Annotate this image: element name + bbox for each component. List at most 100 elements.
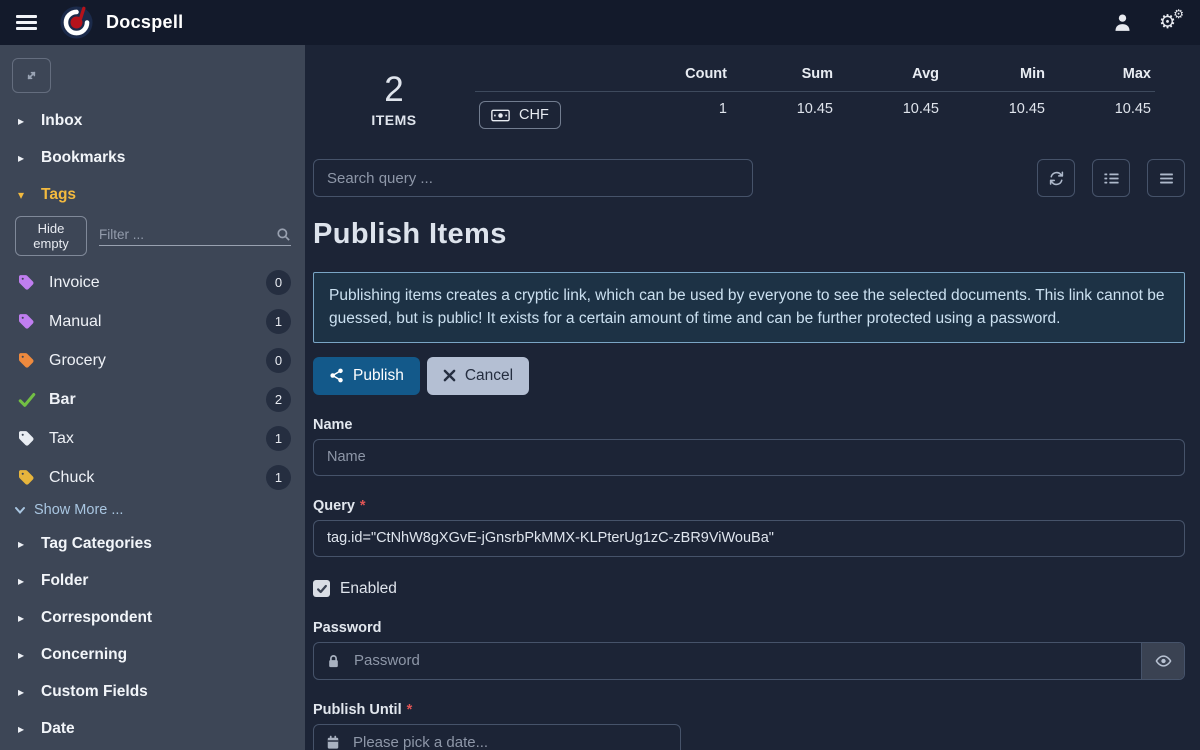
detail-list-icon bbox=[1103, 170, 1120, 187]
top-navbar: Docspell ⚙⚙ bbox=[0, 0, 1200, 45]
sidebar-item-tag-categories[interactable]: ▸Tag Categories bbox=[0, 526, 305, 562]
stats-value: 10.45 bbox=[731, 92, 837, 138]
stats-value: 10.45 bbox=[943, 92, 1049, 138]
required-asterisk: * bbox=[407, 702, 413, 718]
tag-label: Grocery bbox=[49, 352, 106, 370]
sidebar-tag-bar[interactable]: Bar 2 bbox=[0, 381, 305, 418]
docspell-logo bbox=[60, 6, 93, 39]
tag-list: Invoice0 Manual 1 Grocery0 Bar 2 Tax 1 Chuck 1 bbox=[0, 264, 305, 496]
enabled-checkbox[interactable] bbox=[313, 580, 330, 597]
name-field-label: Name bbox=[313, 417, 1185, 433]
refresh-icon bbox=[1048, 170, 1065, 187]
list-view-button[interactable] bbox=[1092, 159, 1130, 197]
publish-info-message: Publishing items creates a cryptic link,… bbox=[313, 272, 1185, 343]
items-stat: 2 ITEMS bbox=[313, 57, 475, 138]
tag-icon bbox=[18, 313, 36, 330]
publish-until-input[interactable] bbox=[341, 734, 680, 750]
caret-down-icon: ▾ bbox=[18, 188, 28, 202]
stats-table: CountSumAvgMinMaxCHF110.4510.4510.4510.4… bbox=[475, 57, 1185, 138]
settings-gears-icon[interactable]: ⚙⚙ bbox=[1159, 13, 1176, 32]
publish-until-field-label: Publish Until* bbox=[313, 702, 1185, 718]
sidebar-tag-grocery[interactable]: Grocery0 bbox=[0, 342, 305, 379]
tag-label: Invoice bbox=[49, 274, 100, 292]
page-title: Publish Items bbox=[313, 218, 1185, 251]
caret-right-icon: ▸ bbox=[18, 537, 28, 551]
menu-bars-button[interactable] bbox=[1147, 159, 1185, 197]
password-input[interactable] bbox=[342, 652, 1141, 669]
tag-label: Manual bbox=[49, 313, 101, 331]
name-input[interactable] bbox=[313, 439, 1185, 476]
tag-label: Tax bbox=[49, 430, 74, 448]
tags-section-label: Tags bbox=[41, 186, 76, 204]
stats-column-header: Min bbox=[943, 57, 1049, 91]
sidebar: ▸Inbox▸Bookmarks ▾ Tags Hide empty Invoi… bbox=[0, 45, 305, 750]
lock-icon bbox=[314, 653, 342, 669]
caret-right-icon: ▸ bbox=[18, 114, 28, 128]
publish-button[interactable]: Publish bbox=[313, 357, 420, 395]
expand-sidebar-button[interactable] bbox=[12, 58, 51, 93]
stats-row: 2 ITEMS CountSumAvgMinMaxCHF110.4510.451… bbox=[313, 57, 1185, 138]
eye-icon bbox=[1155, 654, 1172, 668]
tag-count-badge: 1 bbox=[266, 309, 291, 334]
sidebar-item-custom-fields[interactable]: ▸Custom Fields bbox=[0, 674, 305, 710]
tag-count-badge: 1 bbox=[266, 426, 291, 451]
sidebar-item-tags[interactable]: ▾ Tags bbox=[0, 177, 305, 213]
publish-button-label: Publish bbox=[353, 367, 404, 385]
check-icon bbox=[18, 390, 36, 409]
tag-icon bbox=[18, 430, 36, 447]
tag-count-badge: 1 bbox=[266, 465, 291, 490]
stats-column-header: Max bbox=[1049, 57, 1155, 91]
search-icon bbox=[276, 227, 291, 242]
tag-filter-field bbox=[99, 227, 291, 246]
tag-label: Chuck bbox=[49, 469, 94, 487]
caret-right-icon: ▸ bbox=[18, 648, 28, 662]
user-icon[interactable] bbox=[1112, 12, 1133, 33]
sidebar-item-date[interactable]: ▸Date bbox=[0, 711, 305, 747]
query-input[interactable] bbox=[313, 520, 1185, 557]
sidebar-tag-tax[interactable]: Tax 1 bbox=[0, 420, 305, 457]
toggle-password-visibility-button[interactable] bbox=[1141, 643, 1184, 679]
sidebar-item-inbox[interactable]: ▸Inbox bbox=[0, 103, 305, 139]
password-field bbox=[313, 642, 1185, 680]
enabled-label: Enabled bbox=[340, 580, 397, 598]
sidebar-item-bookmarks[interactable]: ▸Bookmarks bbox=[0, 140, 305, 176]
stats-column-header: Count bbox=[625, 57, 731, 91]
check-icon bbox=[316, 583, 328, 595]
hide-empty-button[interactable]: Hide empty bbox=[15, 216, 87, 256]
tag-icon bbox=[18, 352, 36, 369]
sidebar-item-correspondent[interactable]: ▸Correspondent bbox=[0, 600, 305, 636]
money-bill-icon bbox=[491, 109, 510, 122]
search-query-input[interactable] bbox=[313, 159, 753, 197]
menu-icon[interactable] bbox=[16, 15, 37, 30]
sidebar-tag-invoice[interactable]: Invoice0 bbox=[0, 264, 305, 301]
cancel-button[interactable]: Cancel bbox=[427, 357, 529, 395]
caret-right-icon: ▸ bbox=[18, 722, 28, 736]
stats-value: 1 bbox=[625, 92, 731, 138]
caret-right-icon: ▸ bbox=[18, 685, 28, 699]
sidebar-tag-chuck[interactable]: Chuck 1 bbox=[0, 459, 305, 496]
refresh-button[interactable] bbox=[1037, 159, 1075, 197]
show-more-link[interactable]: Show More ... bbox=[0, 498, 305, 526]
caret-right-icon: ▸ bbox=[18, 574, 28, 588]
publish-until-field bbox=[313, 724, 681, 750]
sidebar-item-folder[interactable]: ▸Folder bbox=[0, 563, 305, 599]
required-asterisk: * bbox=[360, 498, 366, 514]
items-count-label: ITEMS bbox=[371, 112, 416, 128]
stats-column-header: Sum bbox=[731, 57, 837, 91]
sidebar-item-concerning[interactable]: ▸Concerning bbox=[0, 637, 305, 673]
stats-column-header: Avg bbox=[837, 57, 943, 91]
query-field-label: Query* bbox=[313, 498, 1185, 514]
close-icon bbox=[443, 369, 456, 382]
sidebar-tag-manual[interactable]: Manual 1 bbox=[0, 303, 305, 340]
currency-badge[interactable]: CHF bbox=[479, 101, 561, 129]
tag-filter-input[interactable] bbox=[99, 227, 276, 242]
tag-label: Bar bbox=[49, 391, 76, 409]
tag-count-badge: 2 bbox=[266, 387, 291, 412]
enabled-checkbox-row[interactable]: Enabled bbox=[313, 580, 1185, 598]
items-count: 2 bbox=[384, 71, 403, 110]
share-icon bbox=[329, 368, 344, 383]
caret-right-icon: ▸ bbox=[18, 611, 28, 625]
stats-value: 10.45 bbox=[837, 92, 943, 138]
caret-right-icon: ▸ bbox=[18, 151, 28, 165]
show-more-label: Show More ... bbox=[34, 502, 123, 518]
